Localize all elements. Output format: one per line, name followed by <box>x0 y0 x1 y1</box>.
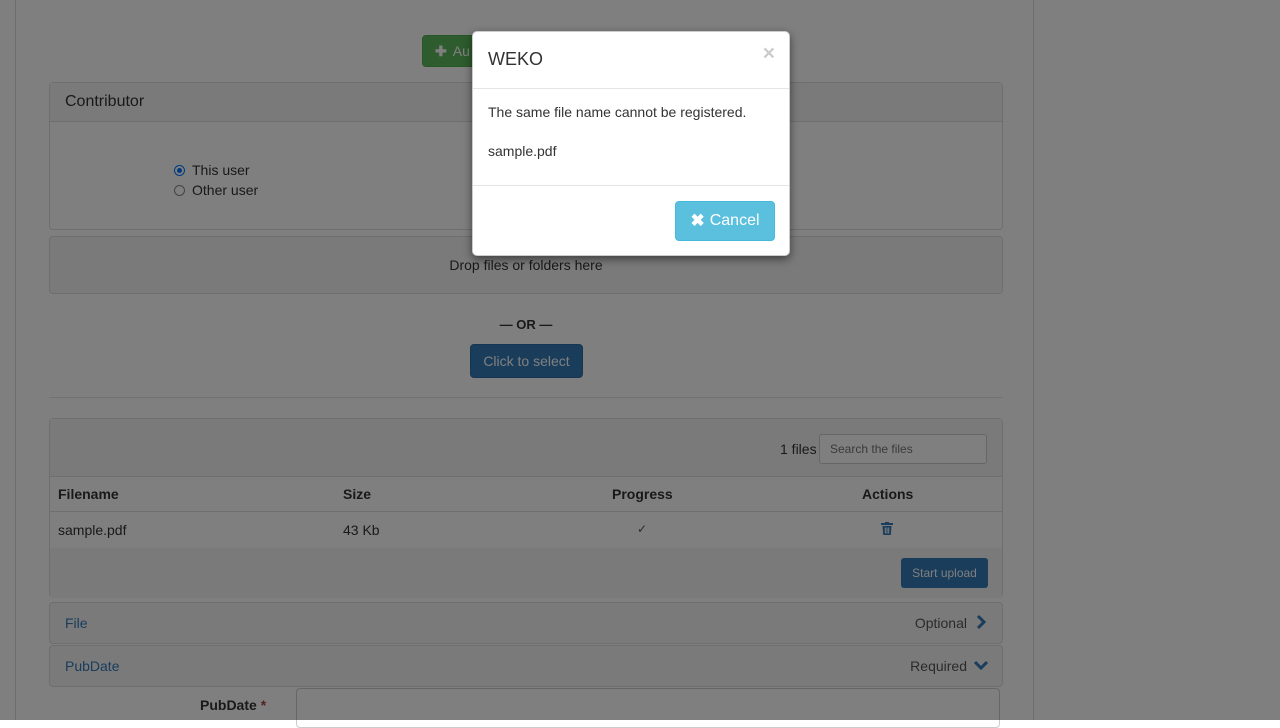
modal-title: WEKO <box>488 49 544 69</box>
weko-dialog: WEKO × The same file name cannot be regi… <box>472 31 790 256</box>
close-x-icon: ✖ <box>690 211 705 230</box>
modal-footer: ✖ Cancel <box>473 185 789 256</box>
close-icon[interactable]: × <box>763 43 775 64</box>
modal-message: The same file name cannot be registered. <box>488 104 747 120</box>
cancel-button-label: Cancel <box>709 212 760 229</box>
modal-filename: sample.pdf <box>488 143 557 159</box>
modal-header: WEKO × <box>473 32 789 89</box>
cancel-button[interactable]: ✖ Cancel <box>675 201 775 241</box>
